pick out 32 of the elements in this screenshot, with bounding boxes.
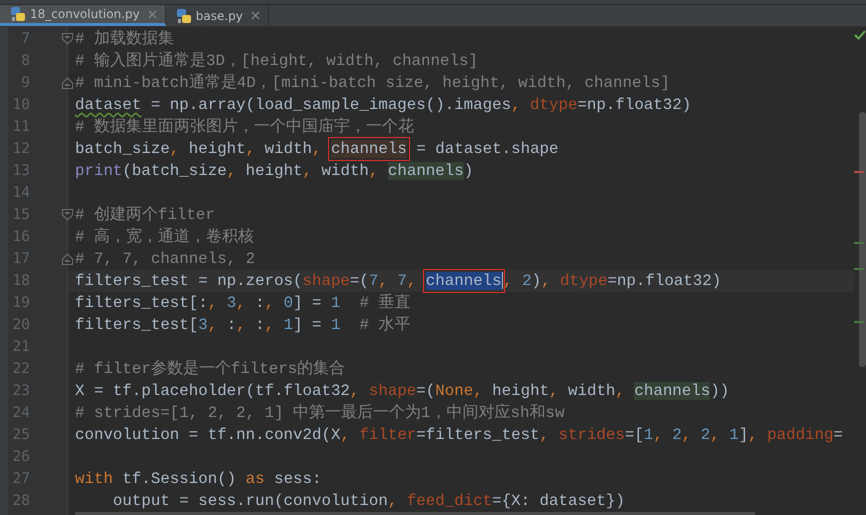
- code-comment: # 创建两个filter: [75, 206, 215, 224]
- code-line: convolution = tf.nn.conv2d(X, filter=filters_test, strides=[1, 2, 2, 1], padding=: [75, 426, 843, 444]
- fold-icon[interactable]: [62, 209, 73, 221]
- code-line: batch_size, height, width, channels = dataset.shape: [75, 140, 559, 158]
- code-line: print(batch_size, height, width, channels): [75, 162, 474, 180]
- code-comment: # 7, 7, channels, 2: [75, 250, 256, 268]
- fold-icon[interactable]: [62, 77, 73, 89]
- file-tab[interactable]: 18_convolution.py: [0, 5, 166, 26]
- code-comment: # 数据集里面两张图片，一个中国庙宇，一个花: [75, 118, 414, 136]
- code-line: filters_test[3, :, :, 1] = 1 # 水平: [75, 316, 410, 334]
- code-comment: # 输入图片通常是3D，[height, width, channels]: [75, 52, 478, 70]
- code-comment: # 加载数据集: [75, 30, 174, 48]
- code-line: with tf.Session() as sess:: [75, 470, 322, 488]
- python-file-icon: [10, 6, 26, 22]
- code-line: filters_test = np.zeros(shape=(7, 7, channels, 2), dtype=np.float32): [75, 272, 722, 290]
- code-comment: # filter参数是一个filters的集合: [75, 360, 346, 378]
- check-icon: [854, 30, 866, 40]
- code-comment: # strides=[1, 2, 2, 1] 中第一最后一个为1，中间对应sh和sw: [75, 404, 564, 422]
- close-icon[interactable]: [250, 11, 260, 20]
- code-line: X = tf.placeholder(tf.float32, shape=(None, height, width, channels)): [75, 382, 730, 400]
- code-line: output = sess.run(convolution, feed_dict={X: dataset}): [112, 492, 625, 510]
- close-icon[interactable]: [148, 10, 157, 18]
- fold-icon[interactable]: [62, 33, 73, 45]
- vertical-scrollbar[interactable]: [859, 112, 866, 367]
- code-line: dataset = np.array(load_sample_images().images, dtype=np.float32): [75, 96, 692, 114]
- python-file-icon: [176, 8, 192, 24]
- code-comment: # mini-batch通常是4D，[mini-batch size, height, width, channels]: [75, 74, 670, 92]
- horizontal-scrollbar[interactable]: [75, 512, 755, 515]
- code-line: filters_test[:, 3, :, 0] = 1 # 垂直: [75, 294, 410, 312]
- file-tab[interactable]: base.py: [166, 5, 269, 26]
- code-comment: # 高，宽，通道，卷积核: [75, 228, 254, 246]
- fold-icon[interactable]: [62, 253, 73, 265]
